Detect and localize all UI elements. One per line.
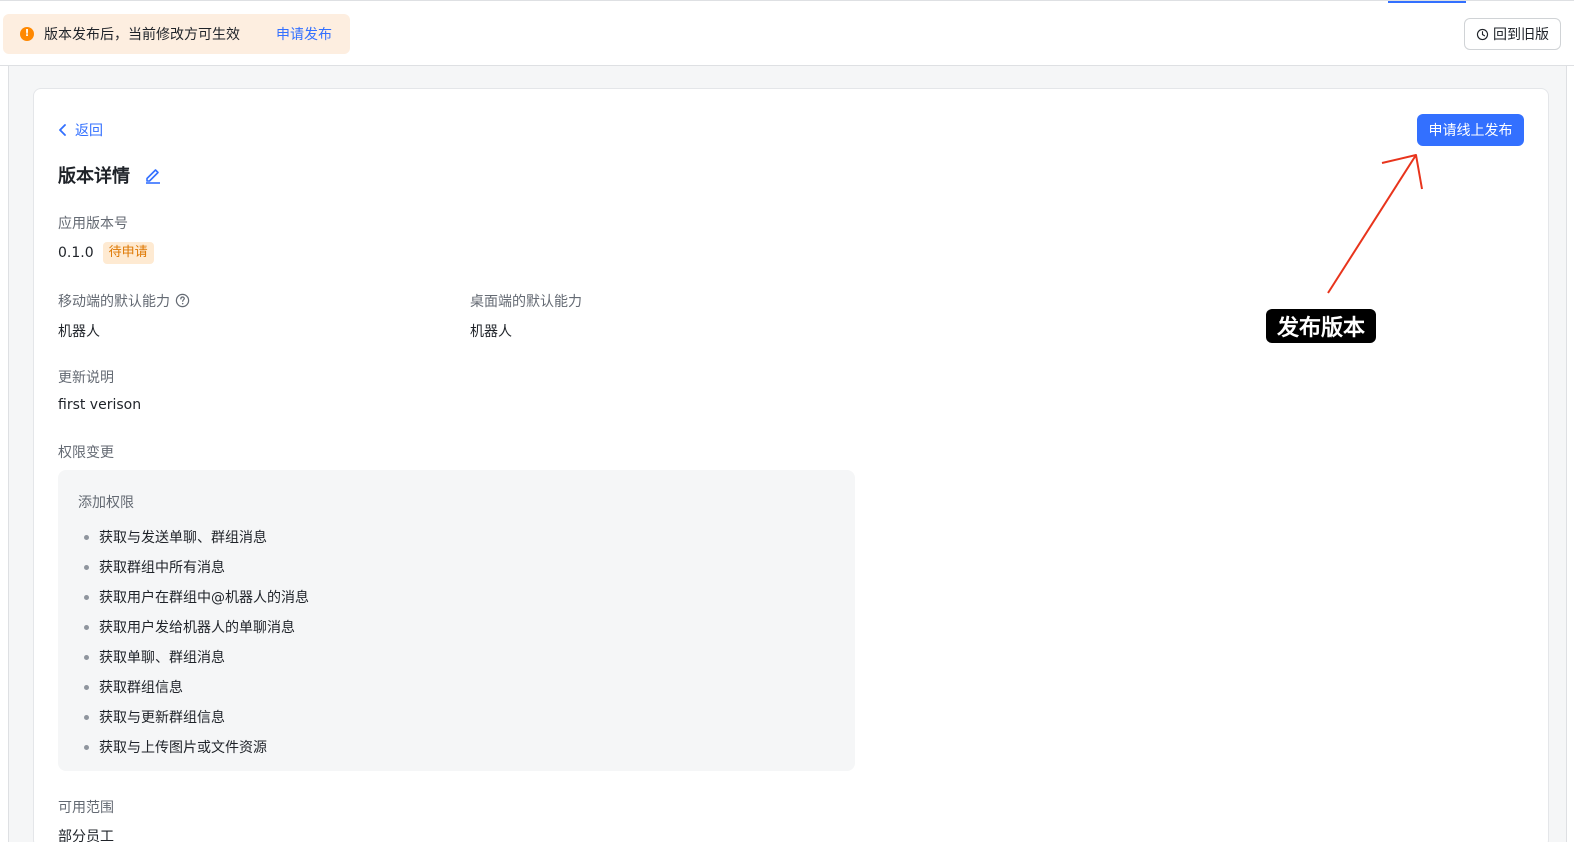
version-row: 0.1.0 待申请 <box>58 242 154 264</box>
bullet <box>84 594 89 600</box>
list-item: 获取与上传图片或文件资源 <box>78 732 309 762</box>
list-item: 获取与更新群组信息 <box>78 702 309 732</box>
divider <box>1566 66 1567 842</box>
warning-icon: ! <box>20 27 34 41</box>
apply-online-publish-button[interactable]: 申请线上发布 <box>1417 114 1524 146</box>
publish-notice-banner: ! 版本发布后，当前修改方可生效 申请发布 <box>3 14 350 54</box>
edit-icon[interactable] <box>144 166 162 184</box>
top-bar: ! 版本发布后，当前修改方可生效 申请发布 回到旧版 <box>0 0 1574 66</box>
permission-text: 获取群组中所有消息 <box>99 560 225 576</box>
permission-text: 获取群组信息 <box>99 680 183 696</box>
apply-publish-link[interactable]: 申请发布 <box>276 24 332 44</box>
desktop-capability-label: 桌面端的默认能力 <box>470 294 582 310</box>
bullet <box>84 654 89 660</box>
status-badge: 待申请 <box>102 242 154 264</box>
page-title: 版本详情 <box>58 166 130 187</box>
permission-text: 获取用户发给机器人的单聊消息 <box>99 620 295 636</box>
bullet <box>84 534 89 540</box>
chevron-left-icon <box>59 124 66 136</box>
annotation-arrow-icon <box>1327 154 1423 294</box>
permission-list: 获取与发送单聊、群组消息 获取群组中所有消息 获取用户在群组中@机器人的消息 获… <box>78 522 309 762</box>
list-item: 获取群组中所有消息 <box>78 552 309 582</box>
mobile-capability-value: 机器人 <box>58 324 100 340</box>
old-version-label: 回到旧版 <box>1493 27 1549 43</box>
permission-changes-label: 权限变更 <box>58 445 114 461</box>
divider <box>8 66 9 842</box>
back-link[interactable]: 返回 <box>58 120 103 140</box>
annotation-label: 发布版本 <box>1266 309 1376 343</box>
permission-text: 获取与发送单聊、群组消息 <box>99 530 267 546</box>
bullet <box>84 624 89 630</box>
availability-scope-value: 部分员工 <box>58 829 114 842</box>
list-item: 获取用户在群组中@机器人的消息 <box>78 582 309 612</box>
list-item: 获取用户发给机器人的单聊消息 <box>78 612 309 642</box>
desktop-capability-value: 机器人 <box>470 324 512 340</box>
mobile-capability-label: 移动端的默认能力 <box>58 291 190 311</box>
bullet <box>84 714 89 720</box>
back-to-old-version-button[interactable]: 回到旧版 <box>1464 18 1561 50</box>
bullet <box>84 684 89 690</box>
version-number: 0.1.0 <box>58 245 94 261</box>
help-icon[interactable] <box>175 293 190 308</box>
bullet <box>84 564 89 570</box>
permission-text: 获取与更新群组信息 <box>99 710 225 726</box>
title-row: 版本详情 <box>58 162 162 188</box>
mobile-capability-label-text: 移动端的默认能力 <box>58 294 170 310</box>
version-number-label: 应用版本号 <box>58 216 128 232</box>
notice-text: 版本发布后，当前修改方可生效 <box>44 27 240 43</box>
added-permissions-label: 添加权限 <box>78 495 134 511</box>
back-label: 返回 <box>75 123 103 139</box>
list-item: 获取群组信息 <box>78 672 309 702</box>
permission-text: 获取用户在群组中@机器人的消息 <box>99 590 309 606</box>
list-item: 获取与发送单聊、群组消息 <box>78 522 309 552</box>
bullet <box>84 744 89 750</box>
permission-text: 获取单聊、群组消息 <box>99 650 225 666</box>
update-notes-label: 更新说明 <box>58 370 114 386</box>
availability-scope-label: 可用范围 <box>58 800 114 816</box>
active-tab-indicator <box>1388 1 1466 3</box>
list-item: 获取单聊、群组消息 <box>78 642 309 672</box>
permission-text: 获取与上传图片或文件资源 <box>99 740 267 756</box>
update-notes-value: first verison <box>58 397 142 413</box>
history-icon <box>1476 28 1489 40</box>
permission-changes-box: 添加权限 获取与发送单聊、群组消息 获取群组中所有消息 获取用户在群组中@机器人… <box>58 470 855 771</box>
